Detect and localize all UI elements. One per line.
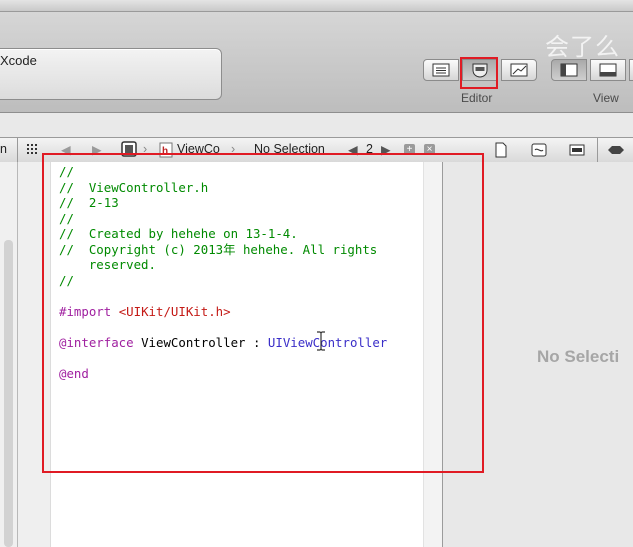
watermark: 会了么 [545,33,620,61]
navigator-toggle-button[interactable] [551,59,587,81]
navigator-scrollbar[interactable] [4,240,13,547]
assistant-button-highlight-box [460,57,498,89]
standard-editor-button[interactable] [423,59,459,81]
activity-viewer-text: Xcode [0,53,37,68]
quick-help-icon[interactable] [531,142,547,158]
view-label: View [593,91,619,105]
navigator-pane-icon [560,63,578,77]
debug-area-icon [599,63,617,77]
utilities-toggle-button[interactable] [629,59,633,81]
no-selection-label: No Selecti [537,347,620,366]
identity-inspector-icon[interactable] [569,142,585,158]
standard-editor-icon [432,63,450,77]
editor-label: Editor [461,91,493,105]
version-editor-icon [510,63,528,77]
file-inspector-icon[interactable] [494,142,508,158]
title-bar [0,0,633,12]
navigator-header-fragment: n [0,142,7,156]
inspector-divider [597,138,598,162]
version-editor-button[interactable] [501,59,537,81]
debug-area-toggle-button[interactable] [590,59,626,81]
pane-divider [17,138,18,162]
related-items-icon[interactable] [26,143,42,157]
object-library-icon[interactable] [606,143,626,157]
editor-highlight-box [42,153,484,473]
